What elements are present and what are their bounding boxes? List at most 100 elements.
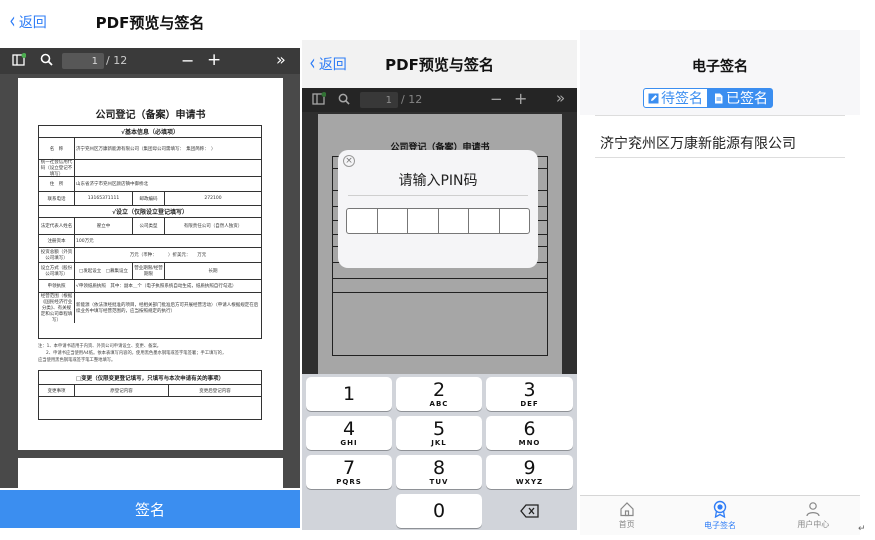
cell-label: 营业期限/经营期限 (133, 263, 165, 279)
table-row: 申领执照 √申领纸质执照 其中：副本＿个（电子执照系统自动生成，纸质执照自行勾选… (39, 280, 261, 293)
pin-digit-box[interactable] (347, 209, 378, 233)
tab-pending-label: 待签名 (661, 91, 703, 107)
numeric-keypad: 1 2 ABC 3 DEF 4 GHI 5 JKL 6 MNO 7 PQRS 8 TUV 9W… (302, 374, 577, 530)
screen-e-signature: 电子签名 待签名 已签名 济宁兖州区万康新能源有限公司 首页 电子签名 用户中心 (580, 30, 860, 535)
table-row: 统一社会信用代码（设立登记不填写） (39, 160, 261, 177)
page-title: 电子签名 (692, 59, 748, 75)
screen-pdf-preview: ‹ 返回 PDF预览与签名 1 / 12 − + » 公司登记（备案）申请书 √… (0, 0, 300, 540)
cell-label: 邮政编码 (133, 192, 165, 205)
pdf-toolbar: 1 / 12 − + » (0, 48, 300, 74)
cell-value: 100万元 (76, 239, 94, 244)
back-button[interactable]: ‹ 返回 (8, 9, 46, 34)
note-line: 应当使用黑色钢笔或签字笔工整地填写。 (38, 358, 116, 363)
pdf-page: 公司登记（备案）申请书 √基本信息（必填项） 名 称 济宁兖州区万康新能源有限公… (18, 78, 283, 450)
table-row: 名 称 济宁兖州区万康新能源有限公司（集团母公司需填写： 集团简称： ） (39, 138, 261, 160)
user-icon (806, 502, 820, 517)
chevron-left-icon: ‹ (9, 9, 16, 34)
sidebar-toggle-icon[interactable] (12, 53, 27, 71)
bottom-tab-bar: 首页 电子签名 用户中心 (580, 495, 860, 535)
navbar: ‹ 返回 PDF预览与签名 (302, 40, 577, 88)
cell-value: 长期 (208, 269, 218, 274)
cell-value: □发起设立 □募集设立 (75, 263, 133, 279)
search-icon[interactable] (40, 53, 53, 70)
tab-user-center[interactable]: 用户中心 (767, 496, 860, 535)
cell-value: 山东省济宁市兖州区颜店镇中御桥北 (76, 182, 148, 187)
cell-label: 法定代表人姓名 (39, 218, 75, 234)
chevron-left-icon: ‹ (309, 51, 316, 76)
cell-value: 万元（币种： ）折美元： 万元 (129, 253, 207, 258)
tab-home[interactable]: 首页 (580, 496, 673, 535)
cell-value: 272100 (204, 196, 222, 201)
cell-label: 设立方式（股份公司填写） (39, 263, 75, 279)
cell-header: 变更事项 (39, 385, 75, 396)
key-9[interactable]: 9 WXYZ (486, 455, 573, 489)
key-1[interactable]: 1 (306, 377, 392, 411)
list-item[interactable]: 济宁兖州区万康新能源有限公司 (600, 133, 796, 153)
cell-value: 13165371111 (75, 192, 133, 205)
section-basic-label: √基本信息（必填项） (120, 129, 179, 136)
pin-digit-box[interactable] (408, 209, 439, 233)
delete-key[interactable] (486, 494, 573, 528)
cell-label: 名 称 (39, 138, 75, 159)
table-row: 投资总额（外资公司填写） 万元（币种： ）折美元： 万元 (39, 248, 261, 263)
pin-dialog-title: 请输入PIN码 (398, 173, 478, 189)
pin-dialog: × 请输入PIN码 (338, 150, 538, 268)
key-2[interactable]: 2 ABC (396, 377, 482, 411)
zoom-in-button[interactable]: + (207, 50, 221, 70)
divider (595, 115, 845, 116)
document-title: 公司登记（备案）申请书 (95, 110, 206, 121)
more-tools-button[interactable]: » (276, 50, 286, 69)
key-6[interactable]: 6 MNO (486, 416, 573, 450)
section-basic: √基本信息（必填项） (39, 126, 261, 138)
table-row: 经营范围（根据《国民经济行业分类》、有关规定和公司章程填写） 新能源（依法须经批… (39, 293, 261, 323)
table-row: 联系电话 13165371111 邮政编码 272100 (39, 192, 261, 206)
badge-icon (713, 500, 727, 518)
key-5[interactable]: 5 JKL (396, 416, 482, 450)
tab-e-signature-label: 电子签名 (703, 521, 736, 530)
key-blank (306, 494, 392, 528)
cell-header: 变更后登记内容 (199, 388, 231, 394)
table-row: 注册资本 100万元 (39, 235, 261, 248)
key-4[interactable]: 4 GHI (306, 416, 392, 450)
page-total: / 12 (106, 54, 128, 67)
cell-value: 新能源（依法须经批准的项目，经相关部门批准后方可开展经营活动）（申请人根据规定在… (76, 303, 259, 314)
page-number-input[interactable]: 1 (62, 53, 104, 69)
cell-label: 投资总额（外资公司填写） (39, 248, 75, 262)
sign-button[interactable]: 签名 (0, 490, 300, 528)
tab-e-signature[interactable]: 电子签名 (673, 496, 766, 535)
pin-digit-box[interactable] (500, 209, 530, 233)
close-icon[interactable]: × (343, 155, 355, 167)
key-3[interactable]: 3 DEF (486, 377, 573, 411)
page-title: PDF预览与签名 (385, 55, 494, 74)
cell-value (75, 160, 261, 176)
backspace-icon (519, 504, 539, 518)
pin-digit-box[interactable] (469, 209, 500, 233)
note-line: 注：1、本申请书适用于内资、外资公司申请设立、变更、备案。 (38, 344, 162, 349)
back-button[interactable]: ‹ 返回 (308, 51, 347, 76)
zoom-out-button[interactable]: − (181, 51, 194, 70)
pin-digit-box[interactable] (439, 209, 469, 233)
key-0[interactable]: 0 (396, 494, 482, 528)
pin-digit-box[interactable] (378, 209, 408, 233)
sign-status-segment: 待签名 已签名 (643, 88, 773, 108)
key-7[interactable]: 7 PQRS (306, 455, 392, 489)
header: 电子签名 待签名 已签名 (580, 30, 860, 115)
tab-signed[interactable]: 已签名 (708, 88, 773, 108)
cell-label: 住 所 (39, 177, 75, 191)
key-8[interactable]: 8 TUV (396, 455, 482, 489)
change-table: □变更（仅限变更登记填写，只填写与本次申请有关的事项） 变更事项 原登记内容 变… (38, 370, 262, 420)
back-label: 返回 (318, 57, 347, 73)
section-change-label: □变更（仅限变更登记填写，只填写与本次申请有关的事项） (75, 375, 225, 382)
table-row: 变更事项 原登记内容 变更后登记内容 (39, 385, 261, 397)
cell-label: 联系电话 (39, 192, 75, 205)
cell-value: 济宁兖州区万康新能源有限公司（集团母公司需填写： 集团简称： ） (76, 146, 216, 152)
tab-pending[interactable]: 待签名 (643, 88, 708, 108)
cell-label: 公司类型 (133, 218, 165, 234)
note-line: 2、申请书应当使用A4纸。依本表填写内容的，使用黑色墨水钢笔或签字笔签署；手工填… (46, 351, 227, 356)
tab-home-label: 首页 (618, 520, 635, 529)
pin-input[interactable] (346, 208, 530, 234)
cell-label: 申领执照 (39, 280, 75, 292)
tab-user-center-label: 用户中心 (797, 520, 830, 529)
pdf-viewer[interactable]: 公司登记（备案）申请书 √基本信息（必填项） 名 称 济宁兖州区万康新能源有限公… (0, 74, 300, 488)
cell-value: 有限责任公司（自然人独资） (183, 224, 243, 229)
